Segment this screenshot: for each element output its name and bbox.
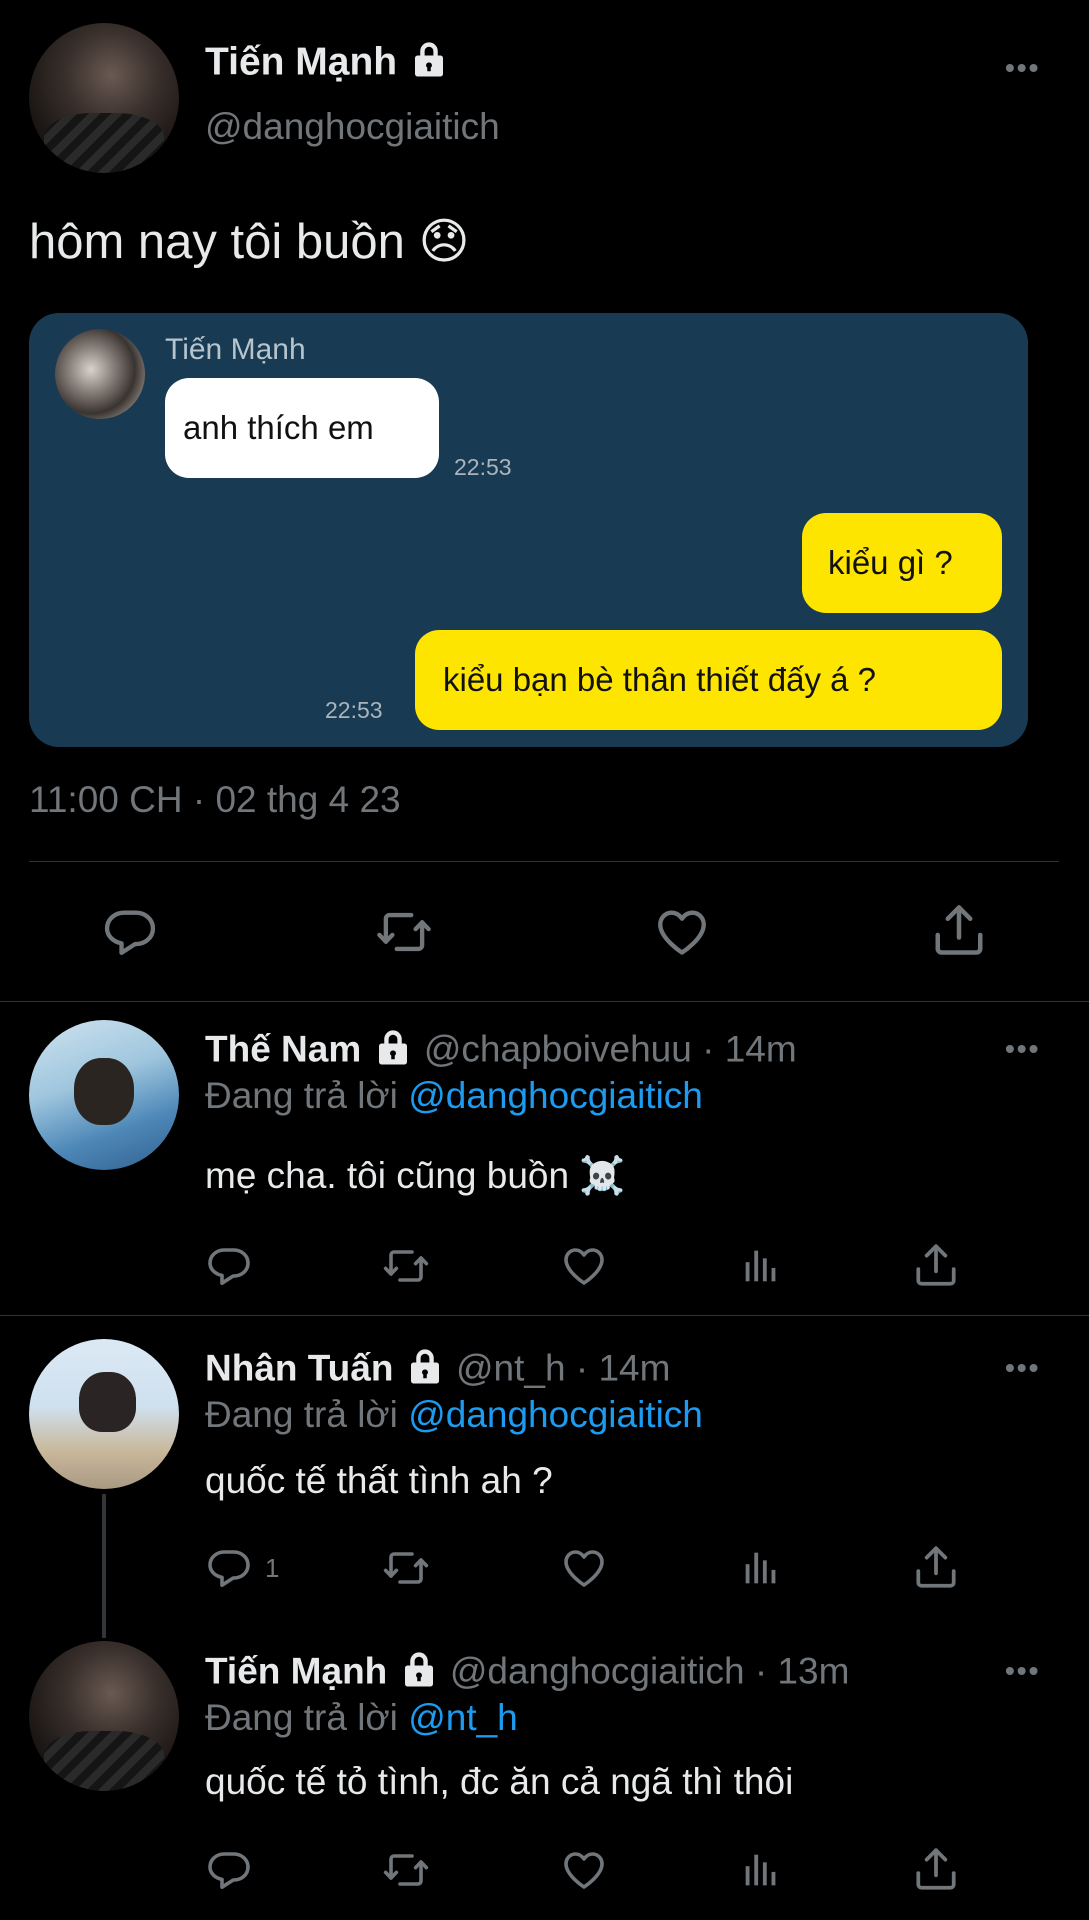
attached-chat-image[interactable]: Tiến Mạnh anh thích em 22:53 kiểu gì ? k…	[29, 313, 1028, 747]
more-icon[interactable]: •••	[1005, 52, 1040, 84]
reply-avatar[interactable]	[29, 1020, 179, 1170]
reply-icon[interactable]	[205, 1544, 253, 1592]
chat-time-right: 22:53	[325, 697, 383, 723]
replying-to-link[interactable]: @nt_h	[408, 1697, 518, 1738]
views-icon[interactable]	[738, 1544, 784, 1592]
reply-author-name[interactable]: Tiến Mạnh	[205, 1650, 387, 1691]
reply-avatar[interactable]	[29, 1339, 179, 1489]
retweet-icon[interactable]	[380, 1242, 432, 1290]
reply-header: Thế Nam @chapboivehuu · 14m	[205, 1026, 797, 1077]
like-icon[interactable]	[559, 1846, 609, 1894]
views-icon[interactable]	[738, 1846, 784, 1894]
divider	[29, 861, 1059, 862]
reply-author-name[interactable]: Nhân Tuấn	[205, 1347, 393, 1388]
replying-prefix: Đang trả lời	[205, 1075, 398, 1116]
like-icon[interactable]	[652, 903, 712, 961]
thread-line	[102, 1494, 106, 1638]
like-icon[interactable]	[559, 1544, 609, 1592]
replying-prefix: Đang trả lời	[205, 1394, 398, 1435]
replying-prefix: Đang trả lời	[205, 1697, 398, 1738]
reply-text: quốc tế thất tình ah ?	[205, 1460, 553, 1501]
author-name[interactable]: Tiến Mạnh	[205, 40, 397, 83]
lock-icon	[408, 38, 450, 90]
divider	[0, 1315, 1089, 1316]
share-icon[interactable]	[911, 1542, 961, 1592]
reply-icon[interactable]	[205, 1242, 253, 1290]
more-icon[interactable]: •••	[1005, 1352, 1040, 1384]
author-name-row[interactable]: Tiến Mạnh	[205, 38, 450, 90]
reply-age: · 13m	[754, 1650, 850, 1692]
reply-age: · 14m	[702, 1028, 797, 1070]
share-icon[interactable]	[911, 1240, 961, 1290]
reply-header: Nhân Tuấn @nt_h · 14m	[205, 1345, 670, 1396]
share-icon[interactable]	[929, 900, 989, 960]
reply-header: Tiến Mạnh @danghocgiaitich · 13m	[205, 1648, 849, 1699]
retweet-icon[interactable]	[373, 903, 435, 961]
more-icon[interactable]: •••	[1005, 1033, 1040, 1065]
reply-avatar[interactable]	[29, 1641, 179, 1791]
reply-handle[interactable]: @nt_h	[456, 1347, 566, 1388]
chat-message-left: anh thích em	[165, 378, 439, 478]
chat-sender-name: Tiến Mạnh	[165, 333, 306, 366]
replying-to-link[interactable]: @danghocgiaitich	[408, 1075, 703, 1116]
tweet-text: hôm nay tôi buồn 😞	[29, 215, 470, 269]
lock-icon	[398, 1648, 440, 1699]
replying-to-link[interactable]: @danghocgiaitich	[408, 1394, 703, 1435]
chat-avatar	[55, 329, 145, 419]
like-icon[interactable]	[559, 1242, 609, 1290]
reply-text: quốc tế tỏ tình, đc ăn cả ngã thì thôi	[205, 1761, 794, 1802]
author-handle[interactable]: @danghocgiaitich	[205, 106, 500, 148]
replying-to-line: Đang trả lời @danghocgiaitich	[205, 1394, 703, 1436]
more-icon[interactable]: •••	[1005, 1655, 1040, 1687]
tweet-timestamp[interactable]: 11:00 CH · 02 thg 4 23	[29, 779, 401, 821]
lock-icon	[372, 1026, 414, 1077]
reply-text: mẹ cha. tôi cũng buồn ☠️	[205, 1155, 626, 1196]
chat-message-right-2: kiểu bạn bè thân thiết đấy á ?	[415, 630, 1002, 730]
chat-time-left: 22:53	[454, 454, 512, 480]
retweet-icon[interactable]	[380, 1846, 432, 1894]
reply-icon[interactable]	[205, 1846, 253, 1894]
reply-count: 1	[265, 1553, 280, 1583]
divider	[0, 1001, 1089, 1002]
chat-message-right-1: kiểu gì ?	[802, 513, 1002, 613]
reply-icon[interactable]	[101, 903, 159, 961]
retweet-icon[interactable]	[380, 1544, 432, 1592]
views-icon[interactable]	[738, 1242, 784, 1290]
lock-icon	[404, 1345, 446, 1396]
share-icon[interactable]	[911, 1844, 961, 1894]
reply-handle[interactable]: @danghocgiaitich	[450, 1650, 745, 1691]
reply-handle[interactable]: @chapboivehuu	[424, 1028, 692, 1069]
author-avatar[interactable]	[29, 23, 179, 173]
reply-age: · 14m	[575, 1347, 671, 1389]
replying-to-line: Đang trả lời @danghocgiaitich	[205, 1075, 703, 1117]
reply-author-name[interactable]: Thế Nam	[205, 1028, 361, 1069]
replying-to-line: Đang trả lời @nt_h	[205, 1697, 518, 1739]
